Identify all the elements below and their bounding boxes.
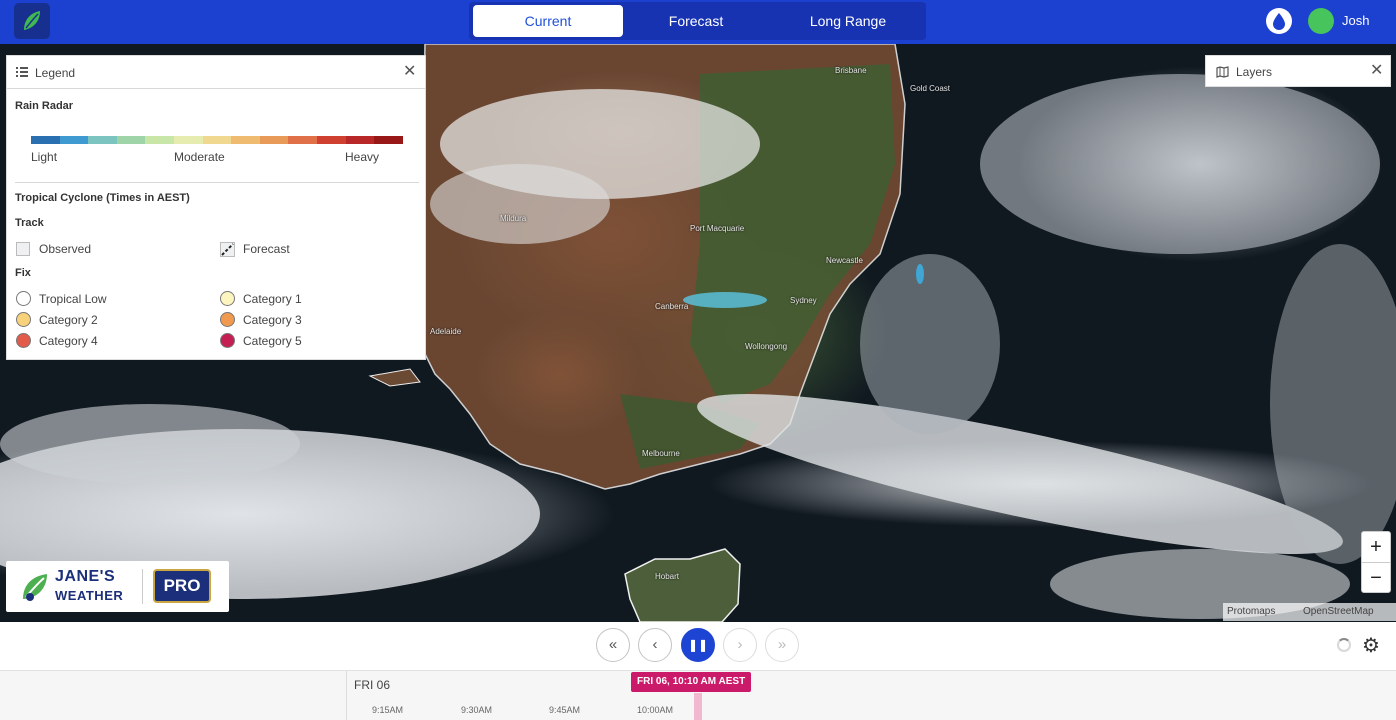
timeline-tick-label: 9:15AM xyxy=(372,705,404,715)
observed-label: Observed xyxy=(39,242,92,256)
rain-color-step xyxy=(116,136,146,144)
category-2-swatch xyxy=(16,312,31,327)
timeline-track[interactable] xyxy=(346,671,1396,720)
step-back-button[interactable]: ‹ xyxy=(638,628,672,662)
rain-color-step xyxy=(374,136,403,144)
forecast-track-icon xyxy=(220,242,235,257)
water-drop-button[interactable] xyxy=(1266,8,1292,34)
zoom-control: + − xyxy=(1361,531,1391,593)
timeline-tick-label: 9:45AM xyxy=(549,705,581,715)
category-4-swatch xyxy=(16,333,31,348)
map-label: Sydney xyxy=(790,296,817,305)
app-logo[interactable] xyxy=(14,3,50,39)
timeline-tick-label: 9:30AM xyxy=(461,705,493,715)
rain-color-step xyxy=(202,136,232,144)
top-bar: Current Forecast Long Range Josh xyxy=(0,0,1396,44)
rain-color-step xyxy=(317,136,346,144)
loading-spinner-icon xyxy=(1337,638,1351,652)
playback-bar: « ‹ ❚❚ › » ⚙ xyxy=(0,622,1396,670)
scale-label-heavy: Heavy xyxy=(345,150,380,164)
rain-color-step xyxy=(345,136,375,144)
layers-title: Layers xyxy=(1236,65,1273,79)
category-2-label: Category 2 xyxy=(39,313,98,327)
cyclone-title: Tropical Cyclone (Times in AEST) xyxy=(15,192,190,204)
skip-to-end-button[interactable]: » xyxy=(765,628,799,662)
water-drop-icon xyxy=(1273,13,1285,30)
timeline-day-label: FRI 06 xyxy=(354,678,391,692)
rain-color-step xyxy=(174,136,203,144)
tab-forecast[interactable]: Forecast xyxy=(626,5,766,37)
user-name[interactable]: Josh xyxy=(1342,13,1369,28)
close-icon[interactable]: ✕ xyxy=(1370,63,1383,79)
forecast-label: Forecast xyxy=(243,242,290,256)
fix-title: Fix xyxy=(15,267,31,279)
tropical-low-label: Tropical Low xyxy=(39,292,107,306)
map-label: Wollongong xyxy=(745,342,788,351)
brand-divider xyxy=(142,569,143,604)
legend-divider xyxy=(15,182,419,183)
scale-label-light: Light xyxy=(31,150,58,164)
brand-name: JANE'S xyxy=(55,568,116,585)
rain-color-step xyxy=(145,136,175,144)
layers-panel[interactable]: Layers ✕ xyxy=(1205,55,1391,87)
category-1-swatch xyxy=(220,291,235,306)
attribution-protomaps[interactable]: Protomaps xyxy=(1227,606,1275,617)
tropical-low-swatch xyxy=(16,291,31,306)
leaf-logo-icon xyxy=(23,574,47,601)
legend-panel: Legend ✕ Rain Radar Light Moderate Heavy… xyxy=(6,55,426,360)
attribution-osm[interactable]: OpenStreetMap xyxy=(1303,606,1374,617)
zoom-in-button[interactable]: + xyxy=(1362,532,1390,562)
rain-radar-colorbar xyxy=(31,136,403,144)
pause-button[interactable]: ❚❚ xyxy=(681,628,715,662)
timeline-playhead[interactable] xyxy=(694,693,702,720)
map-label: Melbourne xyxy=(642,449,680,458)
map-label: Newcastle xyxy=(826,256,863,265)
rain-color-step xyxy=(259,136,289,144)
category-1-label: Category 1 xyxy=(243,292,302,306)
brand-name-sub: WEATHER xyxy=(55,588,124,603)
rain-color-step xyxy=(88,136,117,144)
step-forward-button[interactable]: › xyxy=(723,628,757,662)
scale-label-moderate: Moderate xyxy=(174,150,225,164)
leaf-logo-icon xyxy=(24,11,40,30)
gear-icon[interactable]: ⚙ xyxy=(1362,633,1380,658)
map-layers-icon xyxy=(1216,66,1229,78)
close-icon[interactable]: ✕ xyxy=(403,64,416,80)
legend-header: Legend ✕ xyxy=(7,56,425,89)
tab-long-range[interactable]: Long Range xyxy=(774,5,922,37)
map-label: Mildura xyxy=(500,214,527,223)
list-icon xyxy=(16,67,28,77)
zoom-out-button[interactable]: − xyxy=(1362,563,1390,593)
legend-title: Legend xyxy=(35,66,76,80)
map-label: Adelaide xyxy=(430,327,462,336)
category-5-label: Category 5 xyxy=(243,334,302,348)
rain-color-step xyxy=(288,136,318,144)
category-3-swatch xyxy=(220,312,235,327)
map-label: Hobart xyxy=(655,572,680,581)
pro-badge: PRO xyxy=(153,569,211,603)
map-label: Gold Coast xyxy=(910,84,951,93)
category-5-swatch xyxy=(220,333,235,348)
map-label: Brisbane xyxy=(835,66,867,75)
timeline[interactable]: FRI 06 FRI 06, 10:10 AM AEST 9:15AM 9:30… xyxy=(0,670,1396,720)
brand-logo: JANE'S WEATHER PRO xyxy=(6,561,229,612)
map-attribution: Protomaps OpenStreetMap xyxy=(1223,603,1396,621)
observed-swatch xyxy=(16,242,30,256)
rain-color-step xyxy=(59,136,89,144)
tab-current[interactable]: Current xyxy=(473,5,623,37)
track-title: Track xyxy=(15,217,44,229)
user-avatar[interactable] xyxy=(1308,8,1334,34)
map-label: Canberra xyxy=(655,302,689,311)
rain-radar-title: Rain Radar xyxy=(15,100,74,112)
category-3-label: Category 3 xyxy=(243,313,302,327)
skip-to-start-button[interactable]: « xyxy=(596,628,630,662)
map-label: Port Macquarie xyxy=(690,224,745,233)
view-tabs: Current Forecast Long Range xyxy=(469,2,926,40)
current-time-badge: FRI 06, 10:10 AM AEST xyxy=(631,672,752,692)
timeline-tick-label: 10:00AM xyxy=(637,705,674,715)
rain-color-step xyxy=(31,136,60,144)
category-4-label: Category 4 xyxy=(39,334,98,348)
rain-color-step xyxy=(231,136,260,144)
